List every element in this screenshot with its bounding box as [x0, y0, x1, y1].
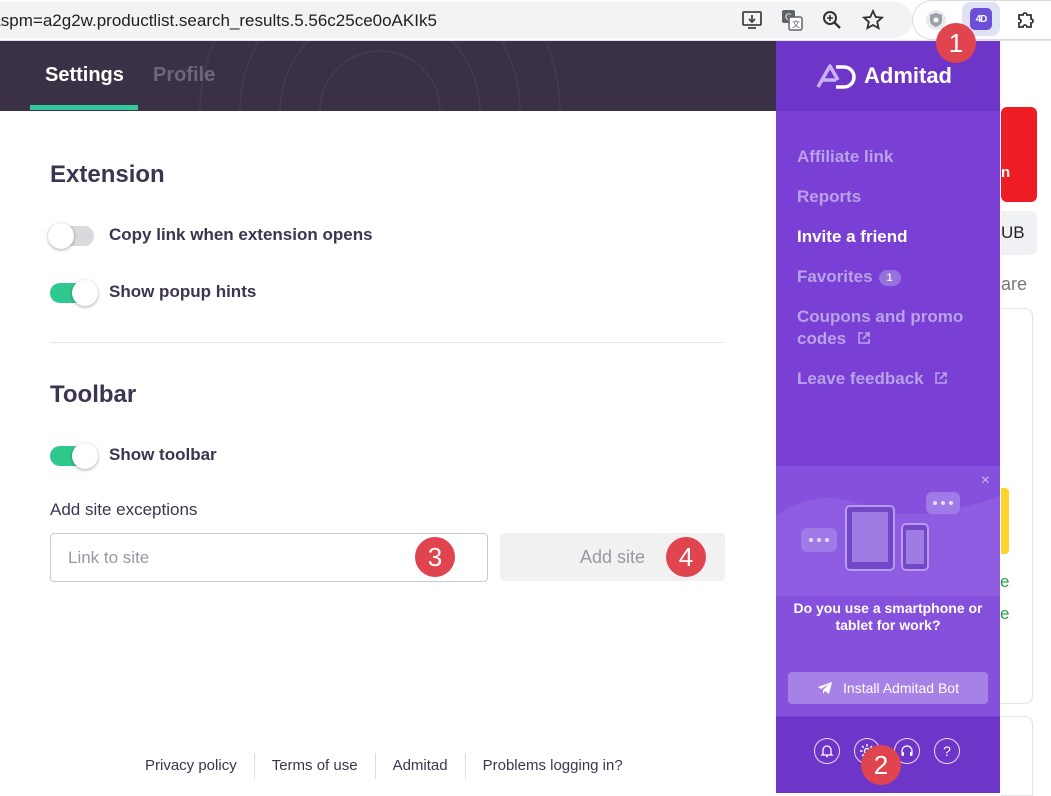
- tab-profile[interactable]: Profile: [153, 64, 215, 87]
- browser-toolbar: 5&spm=a2g2w.productlist.search_results.5…: [0, 0, 1051, 41]
- admitad-popup-panel: Admitad Affiliate link Reports Invite a …: [776, 41, 1000, 793]
- brand-name: Admitad: [864, 63, 952, 88]
- menu-invite-friend[interactable]: Invite a friend: [797, 226, 908, 248]
- step-badge-1: 1: [936, 23, 976, 63]
- popup-hints-toggle[interactable]: [50, 280, 98, 306]
- menu-favorites-label: Favorites: [797, 267, 873, 286]
- menu-coupons-line2: codes: [797, 329, 847, 348]
- background-card: [1001, 716, 1033, 796]
- price-currency-text: UB: [1001, 223, 1025, 242]
- show-toolbar-label: Show toolbar: [109, 445, 217, 464]
- zoom-icon[interactable]: [820, 8, 844, 32]
- extension-section-title: Extension: [50, 161, 165, 188]
- tab-settings[interactable]: Settings: [45, 64, 124, 87]
- menu-feedback-label: Leave feedback: [797, 369, 924, 388]
- settings-header: Settings Profile: [0, 41, 776, 111]
- admitad-logo-icon: [816, 64, 856, 89]
- telegram-icon: [818, 682, 833, 694]
- devices-illustration: [776, 492, 1000, 596]
- background-green-text: e: [1000, 604, 1010, 623]
- external-link-icon: [935, 372, 948, 384]
- url-text[interactable]: 5&spm=a2g2w.productlist.search_results.5…: [0, 11, 437, 31]
- site-exceptions-label: Add site exceptions: [50, 500, 198, 519]
- menu-leave-feedback[interactable]: Leave feedback: [797, 368, 948, 390]
- menu-coupons[interactable]: Coupons and promo codes: [797, 306, 963, 350]
- install-bot-label: Install Admitad Bot: [843, 680, 959, 696]
- menu-reports[interactable]: Reports: [797, 186, 861, 208]
- copy-link-label: Copy link when extension opens: [109, 225, 373, 244]
- background-green-text: e: [1000, 572, 1010, 591]
- toolbar-section-title: Toolbar: [50, 381, 137, 408]
- popup-hints-label: Show popup hints: [109, 282, 257, 301]
- terms-of-use-link[interactable]: Terms of use: [255, 754, 375, 778]
- admitad-logo: Admitad: [816, 63, 952, 89]
- menu-affiliate-link[interactable]: Affiliate link: [797, 146, 893, 168]
- install-admitad-bot-button[interactable]: Install Admitad Bot: [788, 672, 988, 704]
- copy-link-toggle[interactable]: [48, 223, 94, 249]
- show-toolbar-toggle[interactable]: [50, 443, 98, 469]
- menu-coupons-line1: Coupons and promo: [797, 307, 964, 326]
- background-red-card[interactable]: n: [1001, 107, 1037, 202]
- address-bar[interactable]: 5&spm=a2g2w.productlist.search_results.5…: [0, 2, 912, 38]
- promo-question: Do you use a smartphone or tablet for wo…: [793, 600, 983, 633]
- footer-links: Privacy policy Terms of use Admitad Prob…: [128, 753, 640, 779]
- privacy-policy-link[interactable]: Privacy policy: [128, 754, 254, 778]
- help-icon[interactable]: ?: [934, 738, 960, 764]
- step-badge-4: 4: [666, 537, 706, 577]
- external-link-icon: [858, 332, 870, 344]
- favorites-count-badge: 1: [878, 269, 901, 286]
- problems-logging-in-link[interactable]: Problems logging in?: [466, 754, 640, 778]
- translate-icon[interactable]: G文: [780, 8, 804, 32]
- step-badge-3: 3: [415, 537, 455, 577]
- background-yellow-tile: [1001, 488, 1009, 554]
- active-tab-indicator: [30, 105, 138, 110]
- bell-icon[interactable]: [814, 738, 840, 764]
- red-card-text: n: [1001, 164, 1011, 181]
- star-icon[interactable]: [861, 8, 885, 32]
- puzzle-extensions-icon[interactable]: [1014, 8, 1038, 32]
- svg-text:文: 文: [792, 19, 800, 29]
- step-badge-2: 2: [861, 745, 901, 785]
- section-divider: [50, 342, 725, 343]
- add-site-button-label: Add site: [579, 546, 646, 567]
- admitad-link[interactable]: Admitad: [376, 754, 465, 778]
- background-are-text: are: [1001, 274, 1028, 294]
- background-price-box: UB: [1001, 211, 1037, 255]
- menu-favorites[interactable]: Favorites 1: [797, 266, 901, 288]
- install-app-icon[interactable]: [740, 8, 764, 32]
